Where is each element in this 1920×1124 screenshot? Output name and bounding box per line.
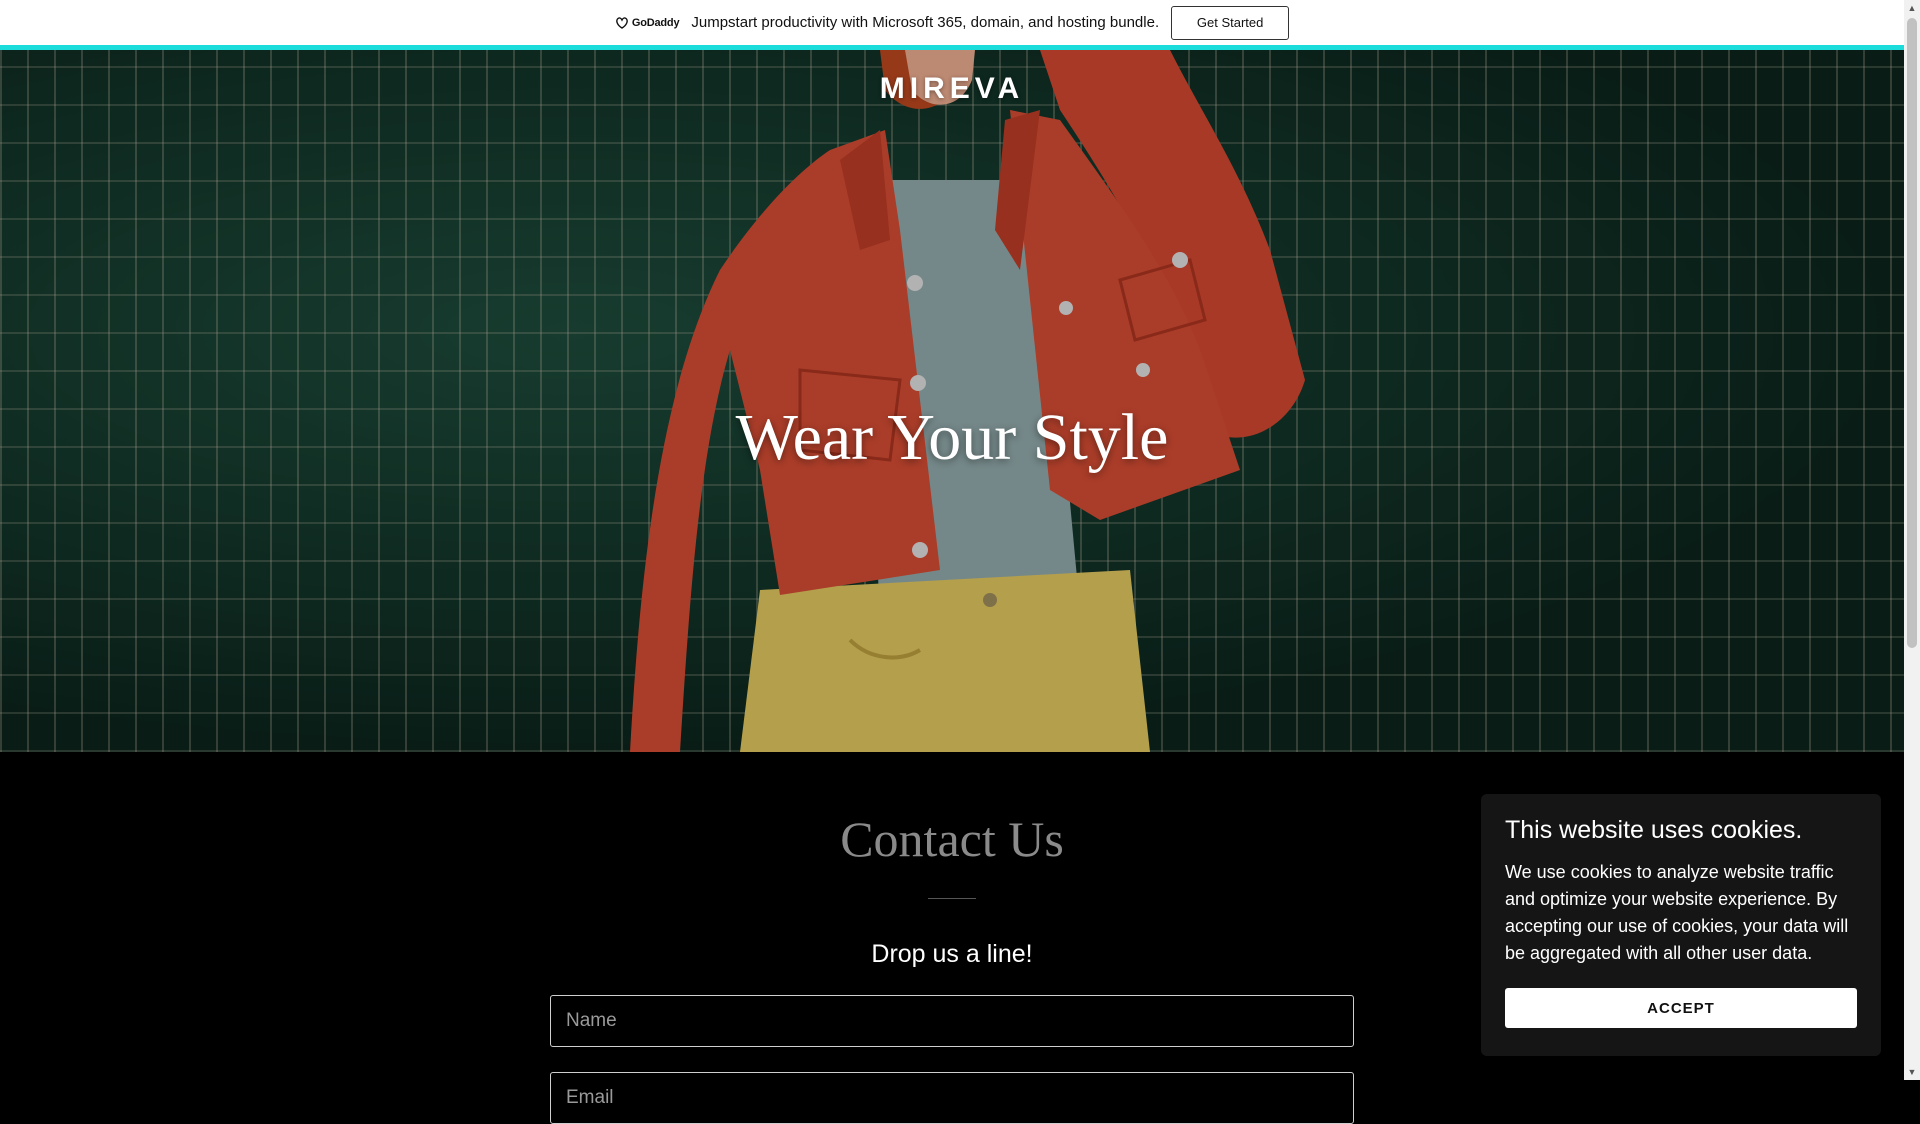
cookie-banner: This website uses cookies. We use cookie… <box>1481 794 1881 1056</box>
name-field[interactable] <box>550 995 1354 1047</box>
scroll-thumb[interactable] <box>1907 18 1917 648</box>
site-brand[interactable]: MIREVA <box>0 72 1904 106</box>
godaddy-logo[interactable]: GoDaddy <box>615 16 680 29</box>
promo-banner: GoDaddy Jumpstart productivity with Micr… <box>0 0 1904 50</box>
scroll-down-arrow-icon[interactable]: ▼ <box>1904 1064 1920 1080</box>
hero-headline: Wear Your Style <box>735 401 1169 474</box>
get-started-button[interactable]: Get Started <box>1171 5 1290 40</box>
scroll-up-arrow-icon[interactable]: ▲ <box>1904 0 1920 16</box>
accept-cookies-button[interactable]: ACCEPT <box>1505 988 1857 1028</box>
title-divider <box>928 898 976 899</box>
cookie-title: This website uses cookies. <box>1505 816 1803 844</box>
cookie-message: We use cookies to analyze website traffi… <box>1505 862 1849 963</box>
godaddy-logo-icon <box>616 17 628 29</box>
godaddy-wordmark: GoDaddy <box>631 16 680 29</box>
page-scrollbar[interactable]: ▲ ▼ <box>1904 0 1920 1080</box>
promo-message: Jumpstart productivity with Microsoft 36… <box>691 14 1160 31</box>
